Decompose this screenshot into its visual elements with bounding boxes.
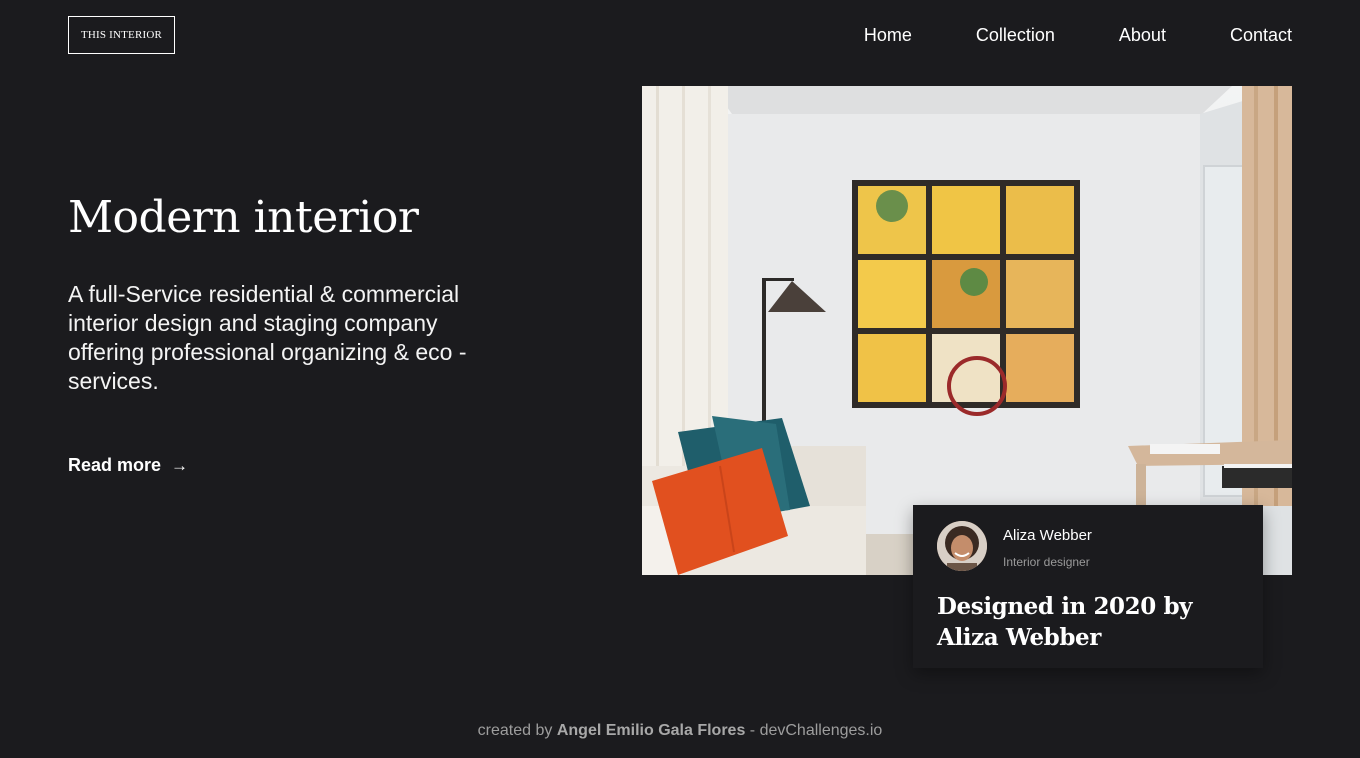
main-nav: Home Collection About Contact [864, 24, 1292, 46]
designer-role: Interior designer [1003, 555, 1090, 569]
nav-contact[interactable]: Contact [1230, 24, 1292, 46]
logo[interactable]: THIS INTERIOR [68, 16, 175, 54]
avatar [937, 521, 987, 571]
designer-name: Aliza Webber [1003, 527, 1092, 544]
hero-title: Modern interior [68, 192, 419, 243]
designer-card-title: Designed in 2020 by Aliza Webber [937, 593, 1193, 651]
living-room-image [642, 86, 1292, 575]
designer-card: Aliza Webber Interior designer Designed … [913, 505, 1263, 668]
hero-description: A full-Service residential & commercial … [68, 281, 467, 394]
nav-about[interactable]: About [1119, 24, 1166, 46]
footer: created by Angel Emilio Gala Flores - de… [0, 722, 1360, 740]
nav-collection[interactable]: Collection [976, 24, 1055, 46]
footer-prefix: created by [477, 722, 553, 739]
footer-author: Angel Emilio Gala Flores [556, 722, 746, 739]
arrow-right-icon: → [171, 456, 189, 475]
read-more-link[interactable]: Read more → [68, 455, 188, 476]
hero-photo [642, 86, 1292, 575]
logo-text: THIS INTERIOR [80, 29, 163, 41]
designer-avatar-image [937, 521, 987, 571]
read-more-label: Read more [68, 455, 162, 475]
nav-home[interactable]: Home [864, 24, 912, 46]
footer-suffix: - devChallenges.io [749, 722, 883, 739]
